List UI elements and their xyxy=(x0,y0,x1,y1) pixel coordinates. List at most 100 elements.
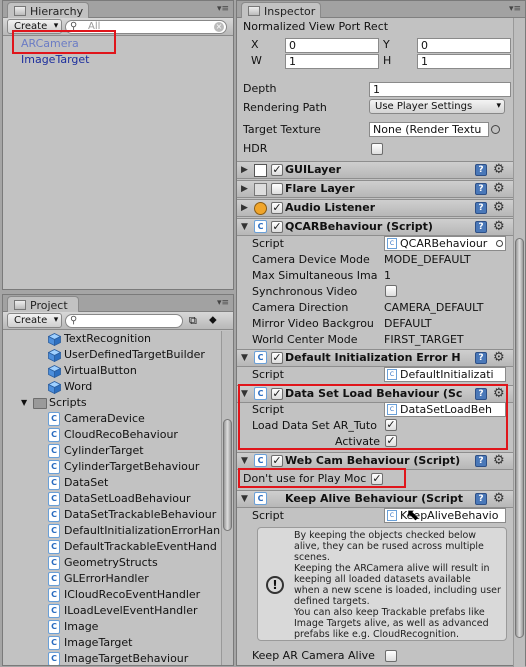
search-icon: ⚲ xyxy=(70,315,78,326)
foldout-arrow-icon[interactable]: ▼ xyxy=(241,456,248,466)
flare-layer-header[interactable]: ▶ Flare Layer ? ⚙ xyxy=(237,180,513,198)
foldout-arrow-icon[interactable]: ▼ xyxy=(241,494,248,504)
camera-direction-value[interactable]: CAMERA_DEFAULT xyxy=(384,301,484,314)
project-item-label: ImageTarget xyxy=(64,636,133,649)
tab-menu-icon[interactable]: ▾≡ xyxy=(217,298,229,308)
project-item[interactable]: VirtualButton xyxy=(3,363,221,379)
object-picker-icon[interactable] xyxy=(496,240,503,247)
viewport-h-field[interactable]: 1 xyxy=(417,54,511,69)
foldout-arrow-icon[interactable]: ▼ xyxy=(241,353,248,363)
keep-alive-header[interactable]: ▼ C Keep Alive Behaviour (Script ? ⚙ xyxy=(237,490,513,508)
inspector-scrollbar-thumb[interactable] xyxy=(515,238,524,638)
gear-icon[interactable]: ⚙ xyxy=(493,181,505,196)
gear-icon[interactable]: ⚙ xyxy=(493,200,505,215)
project-item[interactable]: TextRecognition xyxy=(3,331,221,347)
project-item[interactable]: C DefaultInitializationErrorHan xyxy=(3,523,221,539)
project-item[interactable]: ▼ Scripts xyxy=(3,395,221,411)
viewport-x-label: X xyxy=(251,38,259,51)
project-item[interactable]: C GeometryStructs xyxy=(3,555,221,571)
help-icon[interactable]: ? xyxy=(475,183,487,195)
max-simultaneous-label: Max Simultaneous Ima xyxy=(252,269,378,282)
filter-by-type-icon[interactable]: ⧉ xyxy=(189,314,197,328)
gear-icon[interactable]: ⚙ xyxy=(493,453,505,468)
target-texture-field[interactable]: None (Render Textu xyxy=(369,122,489,137)
project-item[interactable]: C CylinderTargetBehaviour xyxy=(3,459,221,475)
gear-icon[interactable]: ⚙ xyxy=(493,162,505,177)
foldout-arrow-icon[interactable]: ▶ xyxy=(241,165,248,175)
highlight-dataset-load xyxy=(238,384,508,450)
inspector-scrollbar[interactable] xyxy=(513,18,525,667)
script-icon: C xyxy=(387,510,397,521)
help-icon[interactable]: ? xyxy=(475,202,487,214)
viewport-y-field[interactable]: 0 xyxy=(417,38,511,53)
max-simultaneous-value[interactable]: 1 xyxy=(384,269,391,282)
guilayer-header[interactable]: ▶ ✓ GUILayer ? ⚙ xyxy=(237,161,513,179)
init-error-script-field[interactable]: C DefaultInitializati xyxy=(384,367,506,382)
init-error-enabled-checkbox[interactable]: ✓ xyxy=(271,352,283,364)
target-texture-picker[interactable] xyxy=(491,125,500,134)
help-icon[interactable]: ? xyxy=(475,352,487,364)
hdr-checkbox[interactable] xyxy=(371,143,383,155)
project-item[interactable]: C Image xyxy=(3,619,221,635)
project-item[interactable]: Word xyxy=(3,379,221,395)
audio-listener-enabled-checkbox[interactable]: ✓ xyxy=(271,202,283,214)
sync-video-checkbox[interactable] xyxy=(385,285,397,297)
audio-listener-header[interactable]: ▶ ✓ Audio Listener ? ⚙ xyxy=(237,199,513,217)
webcam-enabled-checkbox[interactable]: ✓ xyxy=(271,455,283,467)
keep-alive-script-field[interactable]: C KeepAliveBehavio xyxy=(384,508,506,523)
foldout-arrow-icon[interactable]: ▶ xyxy=(241,203,248,213)
keep-ar-camera-checkbox[interactable] xyxy=(385,650,397,662)
project-create-button[interactable]: Create xyxy=(7,313,63,328)
depth-field[interactable]: 1 xyxy=(369,82,511,97)
gear-icon[interactable]: ⚙ xyxy=(493,350,505,365)
project-item[interactable]: C DataSetLoadBehaviour xyxy=(3,491,221,507)
project-item[interactable]: C CloudRecoBehaviour xyxy=(3,427,221,443)
project-search-input[interactable]: ⚲ xyxy=(65,314,183,328)
mirror-video-value[interactable]: DEFAULT xyxy=(384,317,432,330)
gear-icon[interactable]: ⚙ xyxy=(493,219,505,234)
tab-menu-icon[interactable]: ▾≡ xyxy=(217,4,229,14)
viewport-w-field[interactable]: 1 xyxy=(285,54,379,69)
help-icon[interactable]: ? xyxy=(475,164,487,176)
tab-project[interactable]: Project xyxy=(7,296,79,312)
hierarchy-item-imagetarget[interactable]: ImageTarget xyxy=(21,52,89,68)
project-scrollbar[interactable] xyxy=(221,331,233,665)
project-item[interactable]: UserDefinedTargetBuilder xyxy=(3,347,221,363)
tab-hierarchy[interactable]: Hierarchy xyxy=(7,2,89,18)
project-item[interactable]: C CylinderTarget xyxy=(3,443,221,459)
project-scrollbar-thumb[interactable] xyxy=(223,419,232,531)
project-item[interactable]: C DataSetTrackableBehaviour xyxy=(3,507,221,523)
help-icon[interactable]: ? xyxy=(475,455,487,467)
project-item[interactable]: C DataSet xyxy=(3,475,221,491)
viewport-x-field[interactable]: 0 xyxy=(285,38,379,53)
project-icon xyxy=(14,300,26,310)
world-center-value[interactable]: FIRST_TARGET xyxy=(384,333,464,346)
project-item[interactable]: C GLErrorHandler xyxy=(3,571,221,587)
project-item[interactable]: C ILoadLevelEventHandler xyxy=(3,603,221,619)
tab-menu-icon[interactable]: ▾≡ xyxy=(509,4,521,14)
tab-inspector[interactable]: Inspector xyxy=(241,2,321,18)
help-icon[interactable]: ? xyxy=(475,221,487,233)
script-icon: C xyxy=(48,524,60,538)
rendering-path-dropdown[interactable]: Use Player Settings xyxy=(369,99,505,114)
help-icon[interactable]: ? xyxy=(475,493,487,505)
filter-by-label-icon[interactable]: ⬥ xyxy=(209,313,217,327)
foldout-arrow-icon[interactable]: ▶ xyxy=(241,184,248,194)
foldout-arrow-icon[interactable]: ▼ xyxy=(241,222,248,232)
gear-icon[interactable]: ⚙ xyxy=(493,491,505,506)
cube-icon xyxy=(47,365,62,379)
qcar-script-field[interactable]: C QCARBehaviour xyxy=(384,236,506,251)
project-item[interactable]: C ICloudRecoEventHandler xyxy=(3,587,221,603)
project-item[interactable]: C CameraDevice xyxy=(3,411,221,427)
project-item[interactable]: C ImageTarget xyxy=(3,635,221,651)
foldout-arrow-icon[interactable]: ▼ xyxy=(21,395,27,411)
camera-device-mode-value[interactable]: MODE_DEFAULT xyxy=(384,253,471,266)
qcar-behaviour-header[interactable]: ▼ C ✓ QCARBehaviour (Script) ? ⚙ xyxy=(237,218,513,236)
qcar-enabled-checkbox[interactable]: ✓ xyxy=(271,221,283,233)
guilayer-enabled-checkbox[interactable]: ✓ xyxy=(271,164,283,176)
search-clear-icon[interactable]: × xyxy=(214,22,224,32)
project-item[interactable]: C DefaultTrackableEventHand xyxy=(3,539,221,555)
init-error-header[interactable]: ▼ C ✓ Default Initialization Error H ? ⚙ xyxy=(237,349,513,367)
flare-layer-enabled-checkbox[interactable] xyxy=(271,183,283,195)
project-item[interactable]: C ImageTargetBehaviour xyxy=(3,651,221,665)
